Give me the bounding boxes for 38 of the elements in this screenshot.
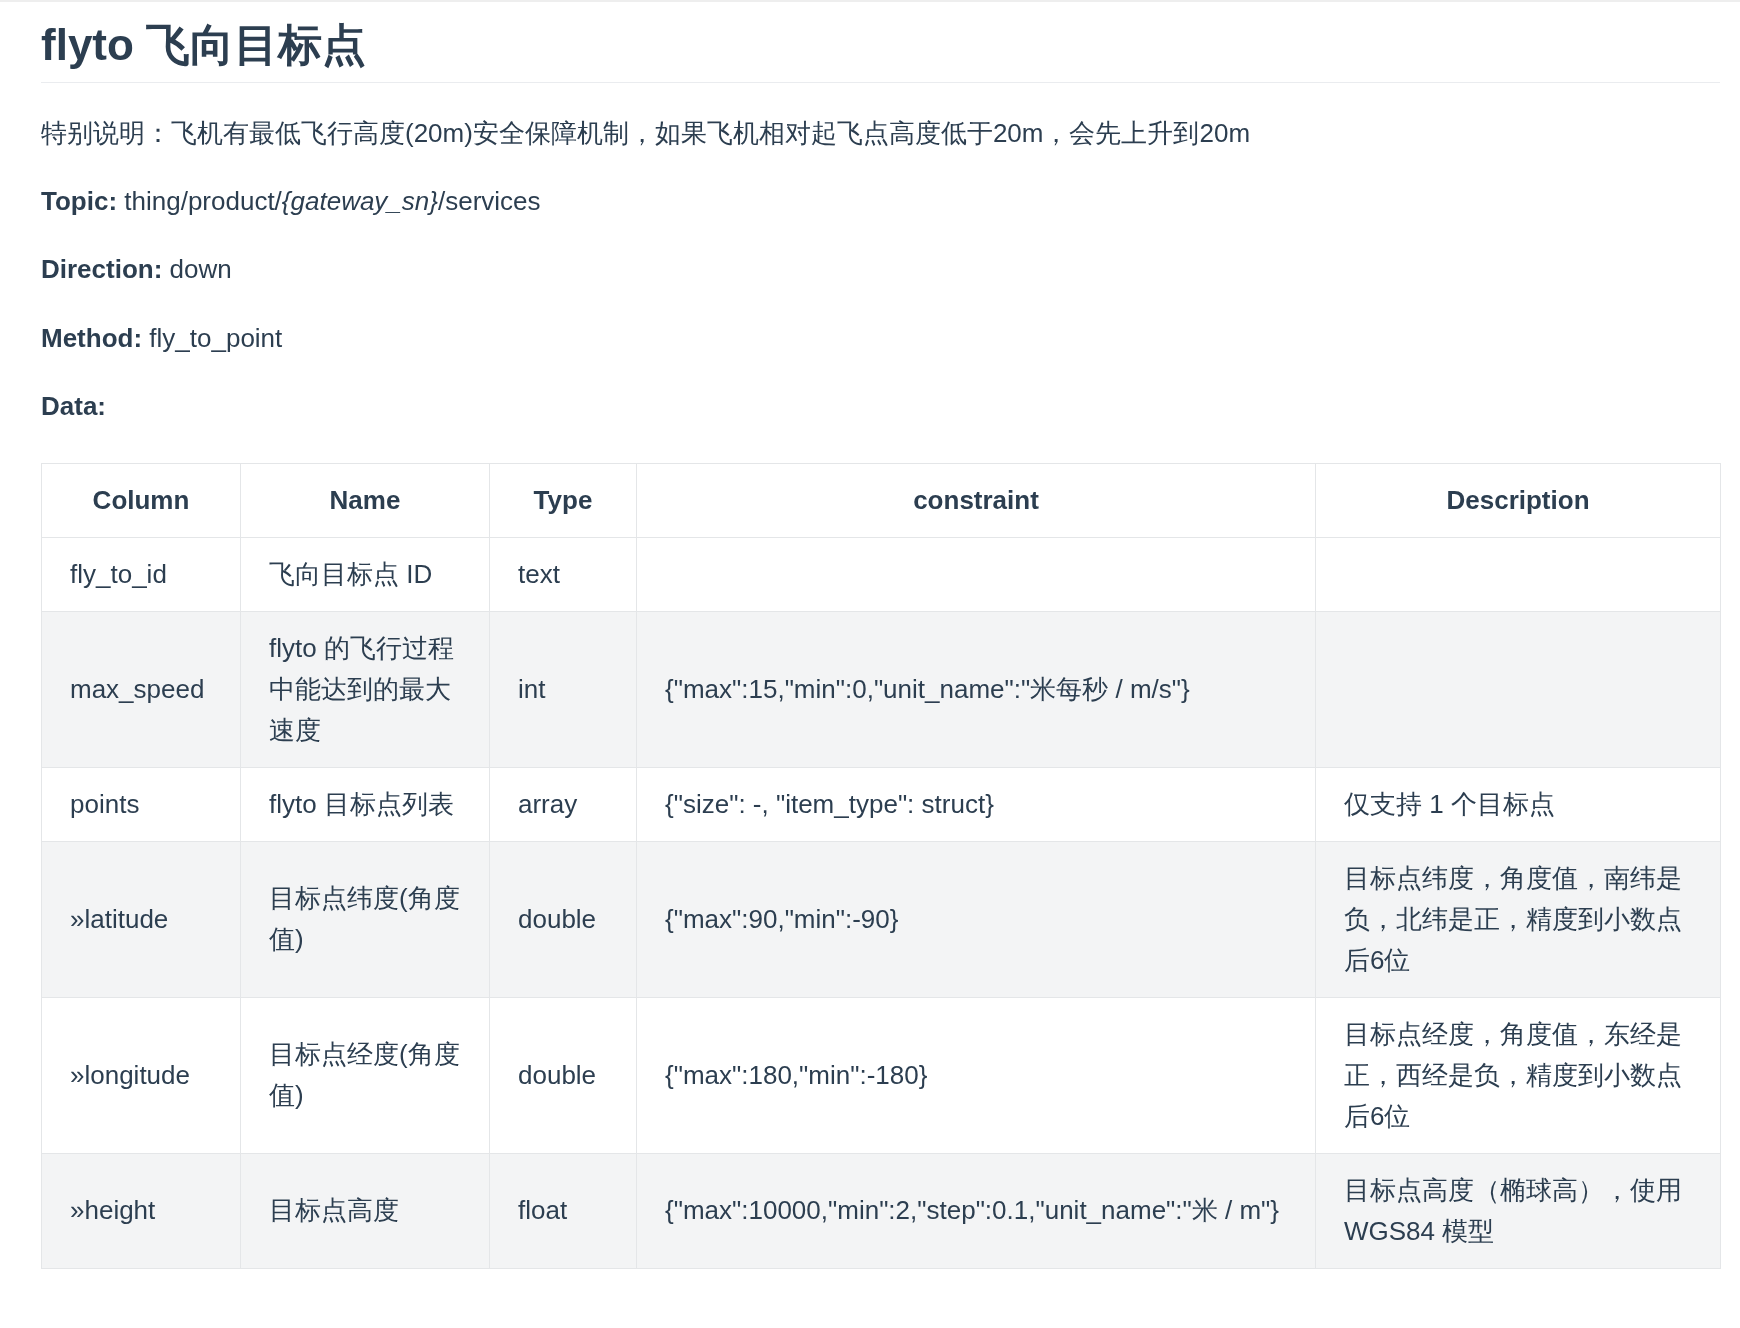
field-text: Topic: thing/product/{gateway_sn}/services [41, 185, 542, 218]
note-text: 特别说明：飞机有最低飞行高度(20m)安全保障机制，如果飞机相对起飞点高度低于20m，会先上升到20m [41, 116, 1252, 150]
page-title: flyto 飞向目标点 [41, 14, 1720, 83]
column-header: Type [489, 463, 637, 538]
table-cell: text [518, 558, 560, 589]
table-cell: float [518, 1195, 568, 1226]
table-cell: »height [70, 1195, 156, 1226]
table-cell: max_speed [70, 673, 205, 704]
table-cell: {"max":10000,"min":2,"step":0.1,"unit_name":"米 / m"} [665, 1195, 1280, 1226]
table-cell: array [518, 788, 578, 819]
table-cell: 目标点纬度，角度值，南纬是负，北纬是正，精度到小数点后6位 [1344, 862, 1682, 975]
table-cell: 飞向目标点 ID [269, 558, 433, 589]
table-cell: »longitude [70, 1059, 190, 1090]
table-cell: flyto 的飞行过程中能达到的最大速度 [269, 632, 454, 745]
field-text: Data: [41, 390, 107, 424]
table-cell: 目标点高度（椭球高），使用 WGS84 模型 [1344, 1174, 1682, 1246]
table-cell: {"max":90,"min":-90} [665, 903, 899, 934]
table-cell: 目标点高度 [269, 1195, 399, 1226]
table-cell: {"max":180,"min":-180} [665, 1059, 928, 1090]
table-cell: points [70, 788, 140, 819]
table-cell: fly_to_id [70, 558, 167, 589]
table-cell: 目标点经度(角度值) [269, 1039, 460, 1111]
table-cell: {"size": -, "item_type": struct} [665, 788, 994, 819]
column-header: Name [240, 463, 490, 538]
table-cell: double [518, 903, 597, 934]
table-cell: int [518, 673, 546, 704]
table-cell: double [518, 1059, 597, 1090]
column-header: Column [41, 463, 241, 538]
table-cell: 目标点纬度(角度值) [269, 883, 460, 955]
column-header: Description [1315, 463, 1721, 538]
column-header: constraint [636, 463, 1316, 538]
table-cell: »latitude [70, 903, 169, 934]
field-text: Direction: down [41, 253, 233, 287]
table-cell: {"max":15,"min":0,"unit_name":"米每秒 / m/s"} [665, 673, 1190, 704]
table-cell: 仅支持 1 个目标点 [1344, 788, 1555, 819]
table-cell: flyto 目标点列表 [269, 788, 454, 819]
field-text: Method: fly_to_point [41, 321, 284, 355]
table-cell: 目标点经度，角度值，东经是正，西经是负，精度到小数点后6位 [1344, 1018, 1682, 1131]
